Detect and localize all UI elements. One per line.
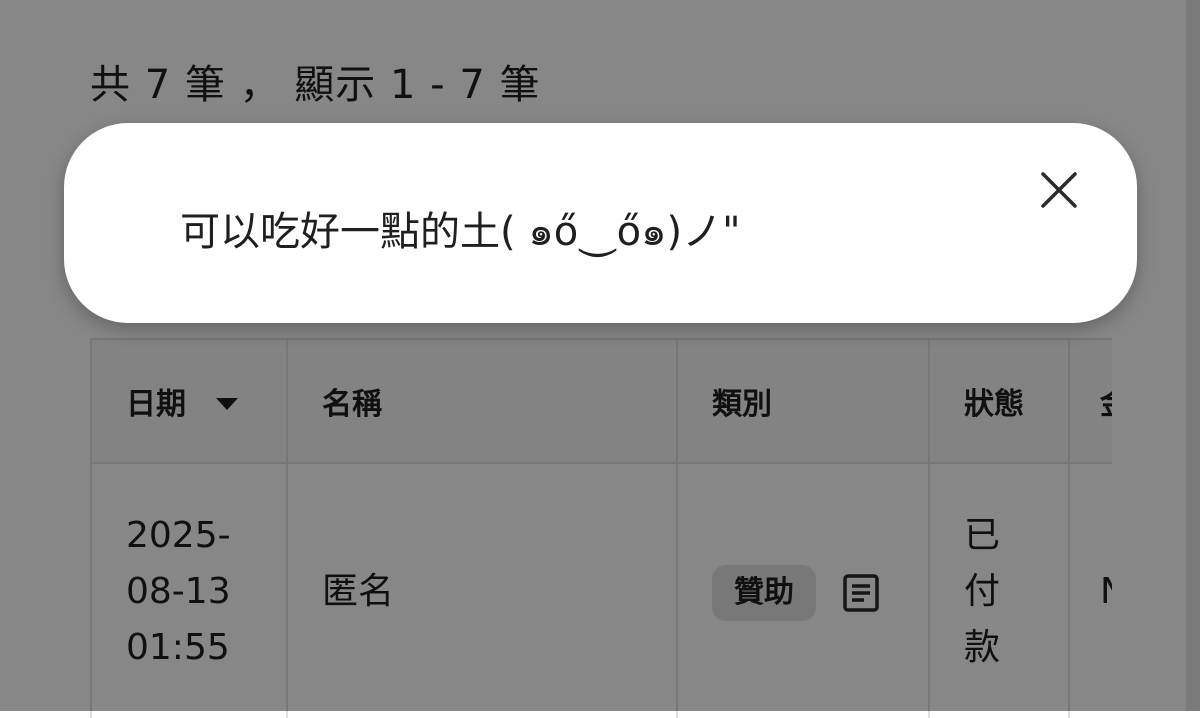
modal-backdrop[interactable]	[0, 0, 1200, 711]
toast-message-text: 可以吃好一點的土( ๑ő⏝ő๑)ノ"	[180, 209, 741, 255]
toast-message-dialog: 可以吃好一點的土( ๑ő⏝ő๑)ノ"	[64, 123, 1137, 323]
close-button[interactable]	[1034, 165, 1084, 215]
close-icon	[1041, 172, 1077, 208]
